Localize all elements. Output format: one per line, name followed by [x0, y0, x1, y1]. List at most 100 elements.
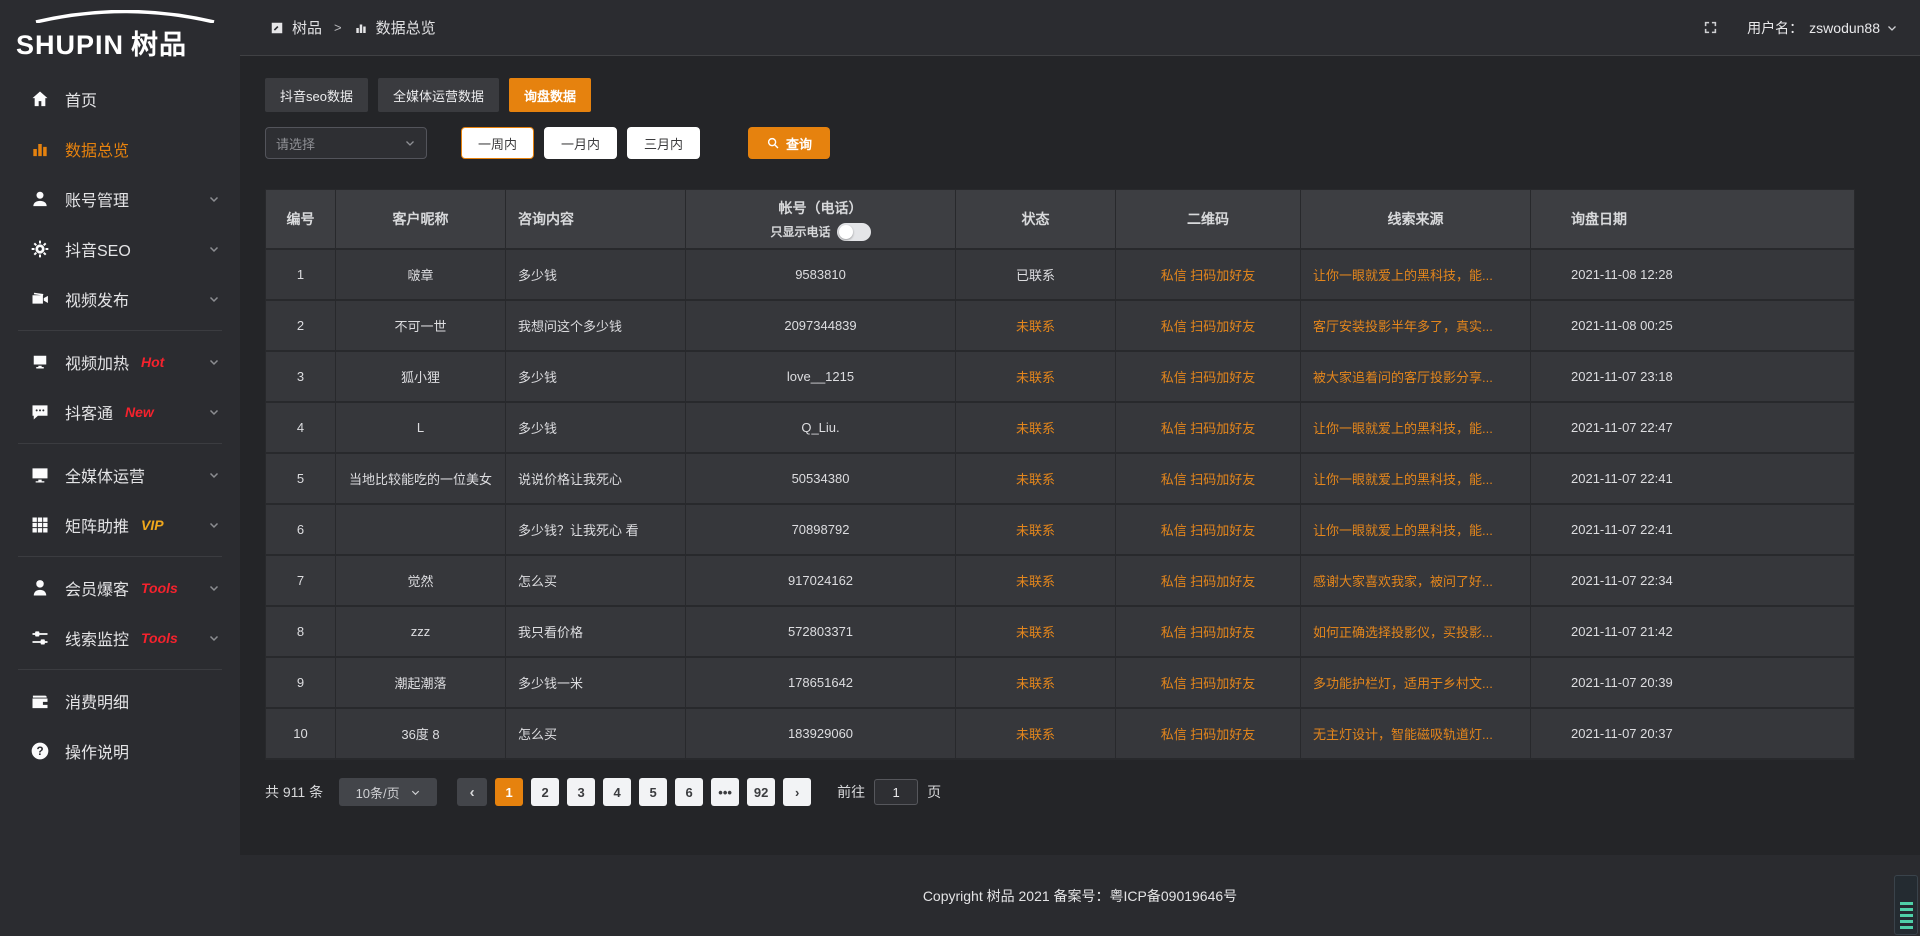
column-header-inquiry-date: 询盘日期 [1531, 190, 1854, 248]
cell-status: 已联系 [956, 248, 1116, 299]
cell-lead-source[interactable]: 感谢大家喜欢我家，被问了好... [1301, 554, 1531, 605]
fullscreen-icon[interactable] [1702, 19, 1719, 36]
cell-qrcode-link[interactable]: 私信 扫码加好友 [1116, 605, 1301, 656]
period-button-quarter[interactable]: 三月内 [627, 127, 700, 159]
page-size-select[interactable]: 10条/页 [339, 778, 437, 806]
cell-account: 70898792 [686, 503, 956, 554]
corner-widget[interactable] [1894, 875, 1918, 935]
cell-status: 未联系 [956, 452, 1116, 503]
chevron-down-icon [208, 632, 220, 644]
sidebar-item-matrix-boost[interactable]: 矩阵助推 VIP [0, 500, 240, 550]
page-button[interactable]: 5 [639, 778, 667, 806]
logo-brand-cn: 树品 [131, 23, 187, 62]
sidebar-item-lead-monitor[interactable]: 线索监控 Tools [0, 613, 240, 663]
sidebar-item-douyin-seo[interactable]: 抖音SEO [0, 224, 240, 274]
next-page-button[interactable]: › [783, 778, 811, 806]
prev-page-button[interactable]: ‹ [457, 778, 487, 806]
cell-inquiry-date: 2021-11-07 20:37 [1531, 707, 1854, 758]
data-tabs: 抖音seo数据 全媒体运营数据 询盘数据 [265, 78, 1855, 112]
page-button[interactable]: 3 [567, 778, 595, 806]
jump-prefix: 前往 [837, 782, 865, 802]
cell-status: 未联系 [956, 554, 1116, 605]
tab-media-operation-data[interactable]: 全媒体运营数据 [378, 78, 499, 112]
cell-lead-source[interactable]: 客厅安装投影半年多了，真实... [1301, 299, 1531, 350]
tv-icon [30, 352, 50, 372]
sidebar-item-media-operation[interactable]: 全媒体运营 [0, 450, 240, 500]
cell-no: 4 [266, 401, 336, 452]
chevron-down-icon [208, 406, 220, 418]
cell-lead-source[interactable]: 如何正确选择投影仪，买投影... [1301, 605, 1531, 656]
cell-qrcode-link[interactable]: 私信 扫码加好友 [1116, 503, 1301, 554]
sidebar-item-video-publish[interactable]: 视频发布 [0, 274, 240, 324]
sidebar-item-doukertong[interactable]: 抖客通 New [0, 387, 240, 437]
period-button-week[interactable]: 一周内 [461, 127, 534, 159]
sidebar-item-account-management[interactable]: 账号管理 [0, 174, 240, 224]
cell-lead-source[interactable]: 让你一眼就爱上的黑科技，能... [1301, 452, 1531, 503]
cell-qrcode-link[interactable]: 私信 扫码加好友 [1116, 452, 1301, 503]
cell-lead-source[interactable]: 被大家追着问的客厅投影分享... [1301, 350, 1531, 401]
phone-only-row: 只显示电话 [770, 223, 870, 241]
cell-qrcode-link[interactable]: 私信 扫码加好友 [1116, 350, 1301, 401]
cell-nickname: 不可一世 [336, 299, 506, 350]
cell-lead-source[interactable]: 无主灯设计，智能磁吸轨道灯... [1301, 707, 1531, 758]
cell-content: 多少钱 [506, 401, 686, 452]
sidebar-item-video-heating[interactable]: 视频加热 Hot [0, 337, 240, 387]
logo-brand-en: SHUPIN [16, 30, 124, 61]
breadcrumb-item-brand[interactable]: 树品 [292, 17, 322, 38]
filter-select[interactable]: 请选择 [265, 127, 427, 159]
period-button-month[interactable]: 一月内 [544, 127, 617, 159]
footer: Copyright 树品 2021 备案号：粤ICP备09019646号 [240, 855, 1920, 936]
cell-account: 9583810 [686, 248, 956, 299]
phone-only-toggle[interactable] [837, 223, 871, 241]
tab-inquiry-data[interactable]: 询盘数据 [509, 78, 591, 112]
query-button[interactable]: 查询 [748, 127, 830, 159]
cell-nickname: 狐小狸 [336, 350, 506, 401]
hot-badge: Hot [141, 354, 164, 370]
cell-lead-source[interactable]: 多功能护栏灯，适用于乡村文... [1301, 656, 1531, 707]
cell-inquiry-date: 2021-11-07 23:18 [1531, 350, 1854, 401]
page-button[interactable]: 4 [603, 778, 631, 806]
cell-lead-source[interactable]: 让你一眼就爱上的黑科技，能... [1301, 503, 1531, 554]
page-button[interactable]: 6 [675, 778, 703, 806]
page-button[interactable]: 92 [747, 778, 775, 806]
table-row: 5当地比较能吃的一位美女说说价格让我死心50534380未联系私信 扫码加好友让… [266, 452, 1854, 503]
user-icon [30, 189, 50, 209]
page-button[interactable]: 2 [531, 778, 559, 806]
page-ellipsis-button[interactable]: ••• [711, 778, 739, 806]
cell-content: 多少钱 [506, 350, 686, 401]
cell-content: 怎么买 [506, 554, 686, 605]
cell-inquiry-date: 2021-11-07 20:39 [1531, 656, 1854, 707]
cell-qrcode-link[interactable]: 私信 扫码加好友 [1116, 299, 1301, 350]
app-square-icon [270, 21, 284, 35]
cell-qrcode-link[interactable]: 私信 扫码加好友 [1116, 248, 1301, 299]
cell-status: 未联系 [956, 299, 1116, 350]
column-header-qrcode: 二维码 [1116, 190, 1301, 248]
jump-page-input[interactable] [874, 779, 918, 805]
cell-qrcode-link[interactable]: 私信 扫码加好友 [1116, 401, 1301, 452]
cell-no: 1 [266, 248, 336, 299]
sidebar-item-member-baoke[interactable]: 会员爆客 Tools [0, 563, 240, 613]
column-header-content: 咨询内容 [506, 190, 686, 248]
filter-select-placeholder: 请选择 [276, 134, 315, 153]
page-button[interactable]: 1 [495, 778, 523, 806]
column-header-nickname: 客户昵称 [336, 190, 506, 248]
user-menu[interactable]: 用户名：zswodun88 [1747, 18, 1898, 38]
chevron-down-icon [208, 519, 220, 531]
chevron-down-icon [208, 356, 220, 368]
sidebar-item-data-overview[interactable]: 数据总览 [0, 124, 240, 174]
cell-lead-source[interactable]: 让你一眼就爱上的黑科技，能... [1301, 401, 1531, 452]
table-row: 8zzz我只看价格572803371未联系私信 扫码加好友如何正确选择投影仪，买… [266, 605, 1854, 656]
cell-qrcode-link[interactable]: 私信 扫码加好友 [1116, 707, 1301, 758]
jump-suffix: 页 [927, 782, 941, 802]
cell-lead-source[interactable]: 让你一眼就爱上的黑科技，能... [1301, 248, 1531, 299]
cell-no: 9 [266, 656, 336, 707]
cell-nickname: zzz [336, 605, 506, 656]
cell-qrcode-link[interactable]: 私信 扫码加好友 [1116, 554, 1301, 605]
cell-nickname: 觉然 [336, 554, 506, 605]
sidebar-item-operation-guide[interactable]: ? 操作说明 [0, 726, 240, 776]
breadcrumb-item-current: 数据总览 [376, 17, 436, 38]
sidebar-item-consumption-detail[interactable]: 消费明细 [0, 676, 240, 726]
cell-qrcode-link[interactable]: 私信 扫码加好友 [1116, 656, 1301, 707]
tab-douyin-seo-data[interactable]: 抖音seo数据 [265, 78, 368, 112]
sidebar-item-home[interactable]: 首页 [0, 74, 240, 124]
